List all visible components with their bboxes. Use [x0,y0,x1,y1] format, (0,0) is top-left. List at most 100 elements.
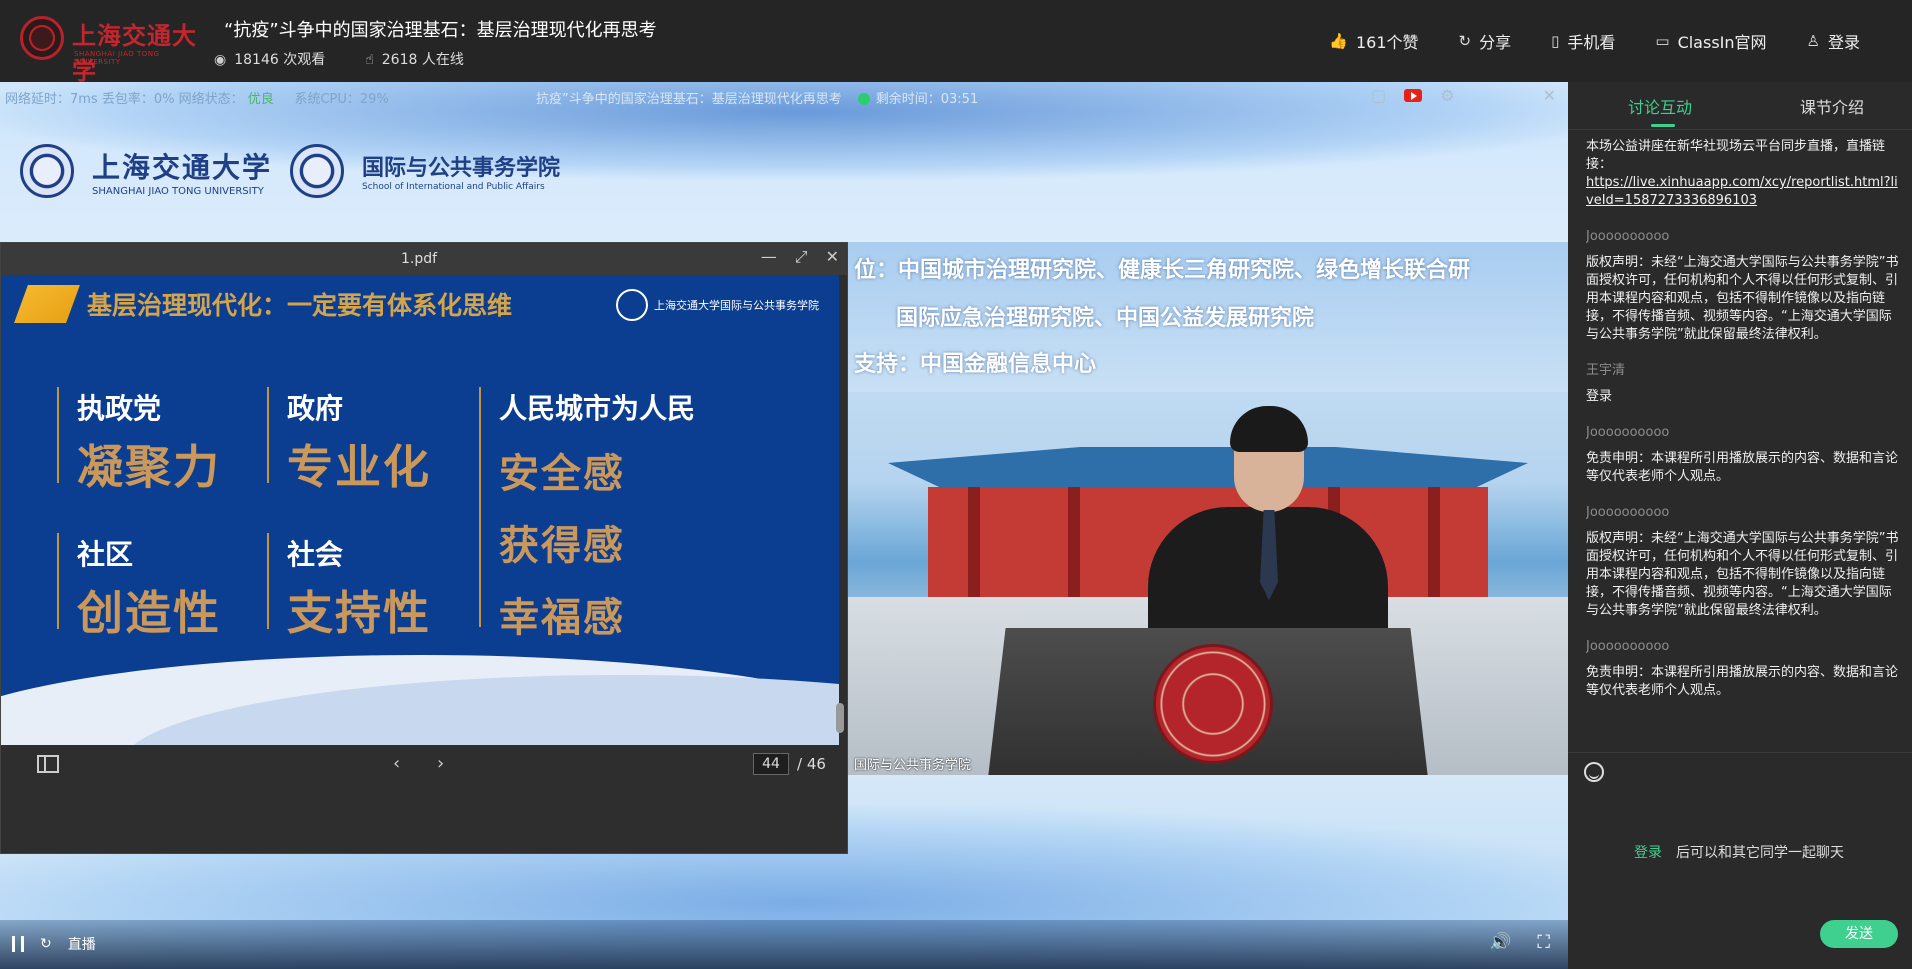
monitor-icon: ▭ [1655,32,1670,50]
sjtu-brand: 上海交通大学 SHANGHAI JIAO TONG UNIVERSITY [92,146,272,197]
player-left-controls: ↻ 直播 [12,934,96,954]
net-delay: 网络延时：7ms [5,92,98,107]
banner-line: 国际应急治理研究院、中国公益发展研究院 [896,306,1315,331]
message-text: 本场公益讲座在新华社现场云平台同步直播，直播链接： [1586,139,1886,172]
settings-icon[interactable]: ⚙ [1440,86,1454,105]
university-seal-icon [20,16,64,60]
message-text: 免责申明：本课程所引用播放展示的内容、数据和言论等仅代表老师个人观点。 [1586,451,1899,484]
podium-seal-icon [1153,644,1273,764]
chat-message: Joooooooooo 版权声明：未经“上海交通大学国际与公共事务学院”书面授权… [1586,228,1902,344]
message-text: 版权声明：未经“上海交通大学国际与公共事务学院”书面授权许可，任何机构和个人不得… [1586,255,1899,342]
close-icon[interactable]: ✕ [1543,86,1556,105]
group-value: 安全感 [499,451,625,497]
message-user: Joooooooooo [1586,425,1670,440]
views-label: 次观看 [283,52,326,68]
classin-link[interactable]: ▭ ClassIn官网 [1655,29,1766,53]
message-user: 王宇清 [1586,363,1626,378]
slide-group: 人民城市为人民 安全感 获得感 幸福感 [479,387,695,641]
message-text: 免责申明：本课程所引用播放展示的内容、数据和言论等仅代表老师个人观点。 [1586,665,1899,698]
logo-en: SHANGHAI JIAO TONG UNIVERSITY [74,50,160,66]
refresh-icon[interactable]: ↻ [40,936,52,952]
share-label: 分享 [1479,33,1512,52]
group-title: 社区 [77,538,134,571]
message-user: Joooooooooo [1586,229,1670,244]
message-link[interactable]: https://live.xinhuaapp.com/xcy/reportlis… [1586,175,1898,208]
login-button[interactable]: ♙ 登录 [1807,29,1860,53]
next-page-icon[interactable]: › [437,753,444,774]
maximize-icon[interactable]: ⤢ [795,247,808,267]
group-value: 支持性 [287,586,431,640]
prev-page-icon[interactable]: ‹ [393,753,400,774]
volume-icon[interactable]: 🔊 [1489,932,1511,953]
mobile-view-button[interactable]: ▯ 手机看 [1551,29,1615,53]
pdf-navbar: ‹ › 44 / 46 [1,745,839,785]
stage-course-title: 抗疫”斗争中的国家治理基石：基层治理现代化再思考 [536,92,842,107]
slide-group: 社区 创造性 [57,533,221,640]
pdf-viewer[interactable]: 1.pdf — ⤢ ✕ 基层治理现代化：一定要有体系化思维 上海交通大学国际与公… [0,242,848,854]
tab-discussion[interactable]: 讨论互动 [1628,94,1692,118]
like-label: 161个赞 [1355,33,1419,52]
school-en: School of International and Public Affai… [362,182,545,192]
slide-header: 基层治理现代化：一定要有体系化思维 [14,285,513,323]
like-button[interactable]: 👍 161个赞 [1329,29,1418,53]
university-logo[interactable]: 上海交通大学 SHANGHAI JIAO TONG UNIVERSITY [20,14,200,85]
close-icon[interactable]: ✕ [826,247,839,267]
message-text: 登录 [1586,389,1613,404]
share-button[interactable]: ↻ 分享 [1459,29,1512,53]
player-right-controls: 🔊 ⛶ [1489,932,1550,953]
status-dot-icon [857,93,870,105]
stats: ◉ 18146 次观看 ☝ 2618 人在线 [214,49,464,69]
thumbs-up-icon: 👍 [1329,32,1348,50]
tab-intro[interactable]: 课节介绍 [1800,94,1864,118]
banner-line: 支持：中国金融信息中心 [854,352,1097,377]
slide-title: 基层治理现代化：一定要有体系化思维 [87,291,513,320]
message-text: 版权声明：未经“上海交通大学国际与公共事务学院”书面授权许可，任何机构和个人不得… [1586,531,1899,618]
video-label: 国际与公共事务学院 [854,758,972,773]
net-status-label: 网络状态： [178,92,244,107]
window-icon[interactable]: ▢ [1371,86,1386,105]
group-value: 凝聚力 [77,440,221,494]
page-input[interactable]: 44 [753,753,789,775]
emoji-icon[interactable] [1584,762,1604,782]
cpu-usage: 系统CPU：29% [294,92,389,107]
panel-tabs: 讨论互动 课节介绍 [1568,82,1912,130]
views-stat: ◉ 18146 次观看 [214,49,325,69]
brand-header: 上海交通大学 SHANGHAI JIAO TONG UNIVERSITY 国际与… [20,144,560,198]
slide-group: 政府 专业化 [267,387,431,494]
group-title: 执政党 [77,392,162,425]
net-status-value: 优良 [247,92,274,107]
minimize-icon[interactable]: — [761,247,777,267]
online-label: 人在线 [421,52,464,68]
send-button[interactable]: 发送 [1820,920,1898,948]
divider [1568,752,1912,753]
school-cn: 国际与公共事务学院 [362,155,561,181]
chat-login-link[interactable]: 登录 [1634,845,1662,861]
chat-messages[interactable]: 本场公益讲座在新华社现场云平台同步直播，直播链接： https://live.x… [1586,138,1902,748]
login-hint-text: 后可以和其它同学一起聊天 [1676,845,1844,861]
online-count: 2618 [381,52,418,68]
teacher-video[interactable]: 位：中国城市治理研究院、健康长三角研究院、绿色增长联合研 国际应急治理研究院、中… [848,242,1568,775]
sjtu-en: SHANGHAI JIAO TONG UNIVERSITY [92,185,264,197]
pdf-scrollbar[interactable] [836,703,844,733]
slide-group: 社会 支持性 [267,533,431,640]
classroom-stage: 网络延时：7ms 丢包率：0% 网络状态： 优良 系统CPU：29% 抗疫”斗争… [0,82,1568,969]
eye-icon: ◉ [214,52,227,68]
mobile-label: 手机看 [1567,33,1616,52]
video-play-icon[interactable] [1404,89,1423,102]
fullscreen-icon[interactable]: ⛶ [1537,932,1550,953]
sidebar-toggle-icon[interactable] [37,755,59,773]
stage-controls: ▢ ⚙ ✕ [1371,86,1556,105]
pdf-titlebar[interactable]: 1.pdf — ⤢ ✕ [1,243,847,275]
remaining-time: 剩余时间：03:51 [875,92,979,107]
active-tab-indicator [1651,124,1675,127]
slide-mark-icon [14,285,80,323]
login-label: 登录 [1827,33,1860,52]
sjtu-cn: 上海交通大学 [92,150,273,184]
packet-loss: 丢包率：0% [101,92,175,107]
pause-icon[interactable] [12,936,24,952]
page-indicator: 44 / 46 [753,753,826,775]
views-count: 18146 [234,52,279,68]
network-info: 网络延时：7ms 丢包率：0% 网络状态： 优良 系统CPU：29% [5,88,389,107]
message-user: Joooooooooo [1586,639,1670,654]
hand-icon: ☝ [365,52,374,68]
